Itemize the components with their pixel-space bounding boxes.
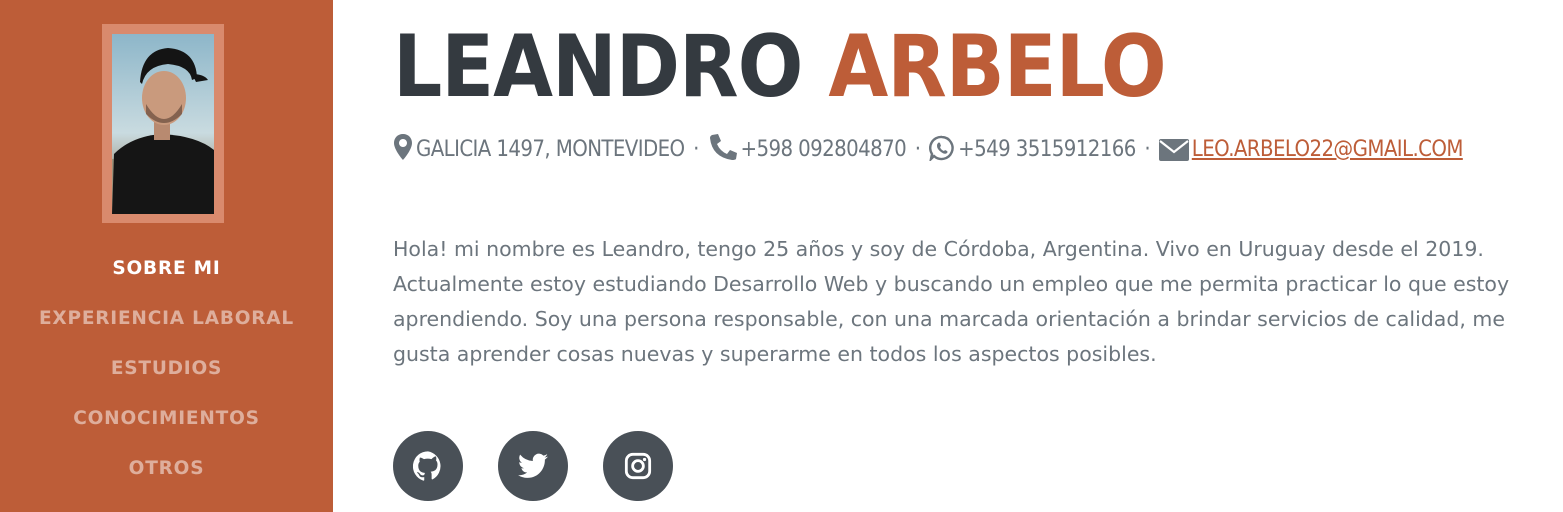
- first-name: LEANDRO: [393, 17, 803, 117]
- contact-whatsapp: +549 3515912166: [958, 137, 1136, 162]
- avatar-frame: [102, 24, 224, 223]
- page-title: LEANDRO ARBELO: [393, 12, 1167, 122]
- github-button[interactable]: [393, 431, 463, 501]
- instagram-button[interactable]: [603, 431, 673, 501]
- contact-phone: +598 092804870: [740, 137, 907, 162]
- sidebar: SOBRE MI EXPERIENCIA LABORAL ESTUDIOS CO…: [0, 0, 333, 512]
- separator: ·: [1144, 137, 1151, 162]
- contact-address: GALICIA 1497, MONTEVIDEO: [416, 137, 685, 162]
- last-name: ARBELO: [828, 17, 1166, 117]
- avatar: [112, 34, 214, 214]
- contact-line: GALICIA 1497, MONTEVIDEO · +598 09280487…: [393, 132, 1463, 168]
- email-link[interactable]: LEO.ARBELO22@GMAIL.COM: [1192, 137, 1464, 162]
- github-icon: [413, 451, 441, 481]
- instagram-icon: [624, 452, 652, 480]
- whatsapp-icon: [929, 135, 954, 161]
- sidebar-nav: SOBRE MI EXPERIENCIA LABORAL ESTUDIOS CO…: [0, 250, 333, 500]
- nav-item-otros[interactable]: OTROS: [0, 450, 333, 500]
- nav-item-experiencia-laboral[interactable]: EXPERIENCIA LABORAL: [0, 300, 333, 350]
- separator: ·: [693, 137, 699, 162]
- phone-icon: [709, 134, 737, 160]
- bio-text: Hola! mi nombre es Leandro, tengo 25 año…: [393, 237, 1510, 366]
- map-marker-icon: [394, 134, 412, 160]
- nav-item-conocimientos[interactable]: CONOCIMIENTOS: [0, 400, 333, 450]
- twitter-icon: [518, 453, 548, 478]
- nav-item-sobre-mi[interactable]: SOBRE MI: [0, 250, 333, 300]
- nav-item-estudios[interactable]: ESTUDIOS: [0, 350, 333, 400]
- separator: ·: [914, 137, 921, 162]
- twitter-button[interactable]: [498, 431, 568, 501]
- envelope-icon: [1158, 139, 1189, 161]
